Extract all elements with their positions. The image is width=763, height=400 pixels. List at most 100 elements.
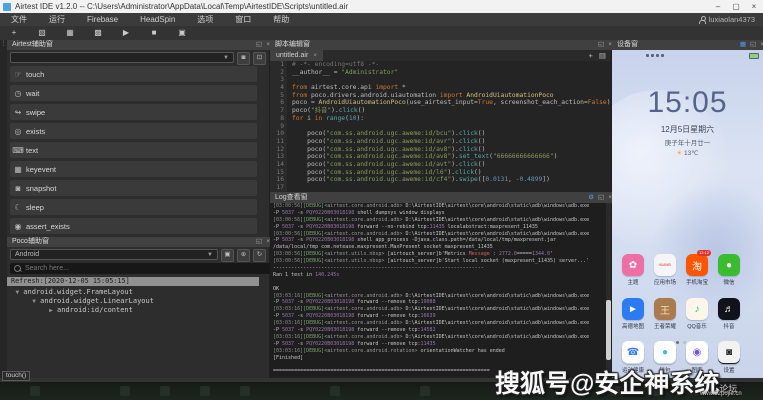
device-panel-title: 设备窗	[617, 40, 638, 50]
editor-tab-bar: untitled.air × + ▤	[270, 50, 611, 61]
expanded-arrow-icon[interactable]: ▼	[15, 289, 19, 296]
taskbar-item	[30, 386, 40, 396]
refresh-icon[interactable]: ↻	[253, 249, 266, 262]
action-swipe-button[interactable]: ↬swipe	[10, 104, 257, 120]
log-line: -P 5037 -s PQY0220B03018198 forward --re…	[273, 327, 609, 334]
poco-refresh-row[interactable]: Refresh:[2020-12-05 15:05:15]	[7, 277, 259, 286]
save-as-button[interactable]: ▩	[84, 26, 112, 40]
run-button[interactable]: ▶	[112, 26, 140, 40]
phone-app[interactable]: ☎	[617, 341, 649, 363]
code-text: poco("com.ss.android.ugc.aweme:id/av8").…	[287, 146, 485, 154]
app-glyph: HUAWEI	[659, 263, 672, 267]
poco-mode-value: Android	[15, 251, 39, 258]
minimize-button[interactable]: –	[709, 1, 727, 13]
device-screen-mirror[interactable]: 15:05 12月5日星期六 庚子年十月廿一 ☀ 13℃ ✿主题HUAWEI应用…	[612, 50, 763, 378]
app-QQ音乐[interactable]: ♪QQ音乐	[681, 298, 713, 330]
battery-icon	[749, 53, 759, 59]
app-手机淘宝[interactable]: 淘12.12手机淘宝	[681, 254, 713, 286]
hd-icon	[661, 54, 664, 57]
tree-node[interactable]: ▼ android.widget.LinearLayout	[7, 297, 262, 306]
code-text: __author__ = "Administrator"	[287, 69, 398, 77]
tab-close-icon[interactable]: ×	[313, 50, 317, 61]
float-panel-icon[interactable]: ◱	[750, 40, 756, 50]
account-button[interactable]: luxiaolan4373	[699, 15, 763, 24]
camera-app[interactable]: ◙	[713, 341, 745, 363]
record-mode-button[interactable]: ⊡	[253, 52, 266, 65]
log-line: -P 5037 -s PQY0220B03018198 forward --re…	[273, 341, 609, 348]
device-grid-icon[interactable]: ▦	[740, 40, 746, 50]
taskbar-item	[420, 386, 430, 396]
device-combo[interactable]: ▼	[10, 52, 234, 63]
log-line: ----------------------------------------…	[273, 265, 609, 272]
messages-app[interactable]: ●	[649, 341, 681, 363]
action-snapshot-button[interactable]: ◙snapshot	[10, 180, 257, 196]
app-抖音[interactable]: ♬抖音	[713, 298, 745, 330]
menu-item-HeadSpin[interactable]: HeadSpin	[129, 13, 186, 26]
code-editor[interactable]: 1# -*- encoding=utf8 -*-2__author__ = "A…	[270, 61, 611, 192]
tab-untitled[interactable]: untitled.air ×	[270, 50, 323, 61]
menu-item-窗口[interactable]: 窗口	[224, 13, 262, 26]
action-keyevent-button[interactable]: ▦keyevent	[10, 161, 257, 177]
line-number: 8	[270, 115, 287, 123]
signal-icon	[651, 54, 654, 57]
float-panel-icon[interactable]: ◱	[256, 40, 262, 50]
poco-mode-combo[interactable]: Android ▼	[10, 249, 218, 260]
log-console[interactable]: [03:00:56][DEBUG]<airtest.core.android.a…	[270, 203, 609, 378]
report-button[interactable]: ▣	[168, 26, 196, 40]
app-应用市场[interactable]: HUAWEI应用市场	[649, 254, 681, 286]
collapsed-arrow-icon[interactable]: ▶	[49, 307, 53, 314]
code-line: 14 poco("com.ss.android.ugc.aweme:id/avt…	[270, 161, 611, 169]
browser-app[interactable]: ◉	[681, 341, 713, 363]
tree-node[interactable]: ▶ android:id/content	[7, 306, 262, 315]
poco-search-input[interactable]: Search here...	[10, 263, 272, 274]
action-assert_exists-button[interactable]: ◉assert_exists	[10, 218, 257, 234]
app-glyph: ✿	[629, 260, 637, 271]
menu-item-运行[interactable]: 运行	[38, 13, 76, 26]
float-panel-icon[interactable]: ◱	[256, 237, 262, 247]
close-button[interactable]: ×	[745, 1, 763, 13]
float-panel-icon[interactable]: ◱	[598, 193, 604, 203]
new-script-button[interactable]: +	[0, 26, 28, 40]
action-touch-button[interactable]: ☞touch	[10, 66, 257, 82]
action-text-button[interactable]: ⌨text	[10, 142, 257, 158]
line-number: 14	[270, 161, 287, 169]
log-line: [Finished]	[273, 355, 609, 362]
app-高德地图[interactable]: ►高德地图	[617, 298, 649, 330]
menu-item-文件[interactable]: 文件	[0, 13, 38, 26]
log-settings-icon[interactable]: ⚙	[588, 193, 594, 203]
search-icon	[14, 265, 21, 272]
tree-node[interactable]: ▼ android.widget.FrameLayout	[7, 288, 262, 297]
lock-icon[interactable]: ▣	[221, 249, 234, 262]
float-panel-icon[interactable]: ◱	[598, 40, 604, 50]
open-script-button[interactable]: ▧	[28, 26, 56, 40]
menu-item-选项[interactable]: 选项	[186, 13, 224, 26]
code-text: poco("com.ss.android.ugc.aweme:id/avt").…	[287, 161, 485, 169]
moon-icon: ☾	[10, 203, 26, 212]
line-number: 13	[270, 153, 287, 161]
screenshot-mode-button[interactable]: ◙	[237, 52, 250, 65]
save-button[interactable]: ▦	[56, 26, 84, 40]
app-主题[interactable]: ✿主题	[617, 254, 649, 286]
stop-button[interactable]: ■	[140, 26, 168, 40]
code-line: 5from poco.drivers.android.uiautomation …	[270, 92, 611, 100]
new-tab-icon[interactable]: +	[589, 51, 593, 60]
action-sleep-button[interactable]: ☾sleep	[10, 199, 257, 215]
expanded-arrow-icon[interactable]: ▼	[32, 298, 36, 305]
action-exists-button[interactable]: ◎exists	[10, 123, 257, 139]
app-微信[interactable]: ●微信	[713, 254, 745, 286]
poco-panel-title: Poco辅助窗	[12, 237, 49, 247]
menu-item-Firebase[interactable]: Firebase	[76, 13, 129, 26]
editor-layout-icon[interactable]: ▤	[599, 51, 606, 60]
log-line: [03:00:56][DEBUG]<airtest.utils.nbsp> [a…	[273, 251, 609, 258]
menu-bar: 文件运行FirebaseHeadSpin选项窗口帮助 luxiaolan4373	[0, 13, 763, 26]
log-scrollbar-thumb[interactable]	[606, 300, 611, 360]
app-glyph: ♬	[724, 304, 734, 315]
code-text: from airtest.core.api import *	[287, 84, 406, 92]
maximize-button[interactable]: ▢	[727, 1, 745, 13]
app-王者荣耀[interactable]: 王王者荣耀	[649, 298, 681, 330]
window-title: Airtest IDE v1.2.0 -- C:\Users\Administr…	[15, 2, 348, 11]
inspect-icon[interactable]: ⊕	[237, 249, 250, 262]
menu-item-帮助[interactable]: 帮助	[262, 13, 300, 26]
line-number: 9	[270, 123, 287, 131]
action-wait-button[interactable]: ◷wait	[10, 85, 257, 101]
